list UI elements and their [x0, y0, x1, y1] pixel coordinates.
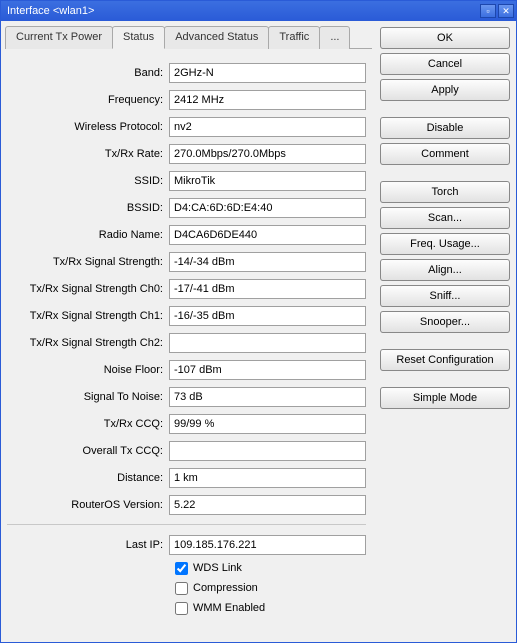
disable-button[interactable]: Disable — [380, 117, 510, 139]
cancel-button[interactable]: Cancel — [380, 53, 510, 75]
txrx-rate-label: Tx/Rx Rate: — [7, 148, 169, 160]
txrx-rate-field[interactable] — [169, 144, 366, 164]
txrx-signal-ch2-label: Tx/Rx Signal Strength Ch2: — [7, 337, 169, 349]
separator — [7, 524, 366, 525]
txrx-signal-field[interactable] — [169, 252, 366, 272]
overall-tx-ccq-label: Overall Tx CCQ: — [7, 445, 169, 457]
routeros-version-label: RouterOS Version: — [7, 499, 169, 511]
snooper-button[interactable]: Snooper... — [380, 311, 510, 333]
ssid-label: SSID: — [7, 175, 169, 187]
distance-label: Distance: — [7, 472, 169, 484]
txrx-ccq-field[interactable] — [169, 414, 366, 434]
tab-content-status: Band: Frequency: Wireless Protocol: Tx/R… — [5, 49, 372, 622]
txrx-signal-label: Tx/Rx Signal Strength: — [7, 256, 169, 268]
signal-to-noise-field[interactable] — [169, 387, 366, 407]
last-ip-label: Last IP: — [7, 539, 169, 551]
close-icon[interactable]: ✕ — [498, 4, 514, 18]
radio-name-label: Radio Name: — [7, 229, 169, 241]
reset-configuration-button[interactable]: Reset Configuration — [380, 349, 510, 371]
tab-status[interactable]: Status — [112, 26, 165, 49]
txrx-signal-ch2-field[interactable] — [169, 333, 366, 353]
right-pane: OK Cancel Apply Disable Comment Torch Sc… — [376, 21, 516, 642]
window: Interface <wlan1> ▫ ✕ Current Tx Power S… — [0, 0, 517, 643]
window-title: Interface <wlan1> — [7, 5, 480, 17]
sniff-button[interactable]: Sniff... — [380, 285, 510, 307]
frequency-field[interactable] — [169, 90, 366, 110]
wireless-protocol-label: Wireless Protocol: — [7, 121, 169, 133]
titlebar: Interface <wlan1> ▫ ✕ — [1, 1, 516, 21]
apply-button[interactable]: Apply — [380, 79, 510, 101]
wds-link-checkbox[interactable] — [175, 562, 188, 575]
noise-floor-label: Noise Floor: — [7, 364, 169, 376]
simple-mode-button[interactable]: Simple Mode — [380, 387, 510, 409]
compression-checkbox[interactable] — [175, 582, 188, 595]
minimize-icon[interactable]: ▫ — [480, 4, 496, 18]
txrx-signal-ch1-field[interactable] — [169, 306, 366, 326]
compression-label: Compression — [193, 582, 258, 594]
torch-button[interactable]: Torch — [380, 181, 510, 203]
frequency-label: Frequency: — [7, 94, 169, 106]
txrx-signal-ch0-label: Tx/Rx Signal Strength Ch0: — [7, 283, 169, 295]
titlebar-buttons: ▫ ✕ — [480, 4, 514, 18]
tab-advanced-status[interactable]: Advanced Status — [164, 26, 269, 49]
radio-name-field[interactable] — [169, 225, 366, 245]
last-ip-field[interactable] — [169, 535, 366, 555]
overall-tx-ccq-field[interactable] — [169, 441, 366, 461]
scan-button[interactable]: Scan... — [380, 207, 510, 229]
wireless-protocol-field[interactable] — [169, 117, 366, 137]
noise-floor-field[interactable] — [169, 360, 366, 380]
txrx-signal-ch0-field[interactable] — [169, 279, 366, 299]
comment-button[interactable]: Comment — [380, 143, 510, 165]
wds-link-label: WDS Link — [193, 562, 242, 574]
bssid-field[interactable] — [169, 198, 366, 218]
tabs: Current Tx Power Status Advanced Status … — [5, 25, 372, 49]
client-area: Current Tx Power Status Advanced Status … — [1, 21, 516, 642]
bssid-label: BSSID: — [7, 202, 169, 214]
wmm-enabled-label: WMM Enabled — [193, 602, 265, 614]
freq-usage-button[interactable]: Freq. Usage... — [380, 233, 510, 255]
txrx-signal-ch1-label: Tx/Rx Signal Strength Ch1: — [7, 310, 169, 322]
band-label: Band: — [7, 67, 169, 79]
ssid-field[interactable] — [169, 171, 366, 191]
signal-to-noise-label: Signal To Noise: — [7, 391, 169, 403]
band-field[interactable] — [169, 63, 366, 83]
routeros-version-field[interactable] — [169, 495, 366, 515]
align-button[interactable]: Align... — [380, 259, 510, 281]
tab-more[interactable]: ... — [319, 26, 350, 49]
tab-traffic[interactable]: Traffic — [268, 26, 320, 49]
left-pane: Current Tx Power Status Advanced Status … — [1, 21, 376, 642]
txrx-ccq-label: Tx/Rx CCQ: — [7, 418, 169, 430]
tab-current-tx-power[interactable]: Current Tx Power — [5, 26, 113, 49]
wmm-enabled-checkbox[interactable] — [175, 602, 188, 615]
distance-field[interactable] — [169, 468, 366, 488]
ok-button[interactable]: OK — [380, 27, 510, 49]
